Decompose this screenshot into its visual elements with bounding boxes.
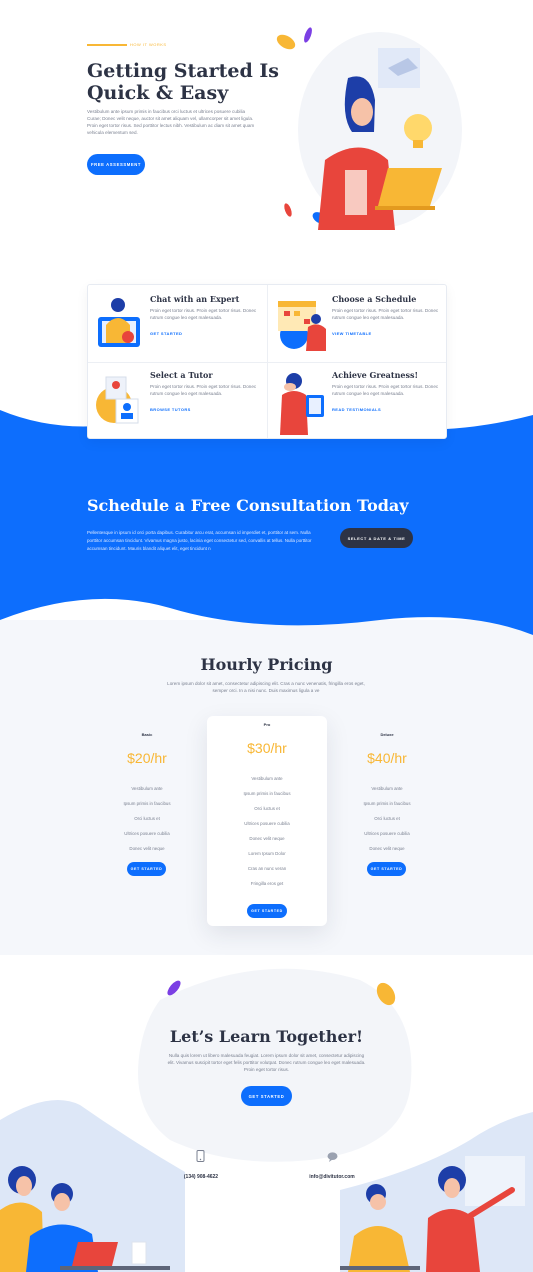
plan-name: Basic bbox=[141, 732, 153, 737]
basic-get-started-button[interactable]: GET STARTED bbox=[127, 862, 166, 876]
deluxe-get-started-button[interactable]: GET STARTED bbox=[367, 862, 406, 876]
learn-section: Let’s Learn Together! Nulla quis lorem u… bbox=[0, 1020, 533, 1120]
plan-feature: Ultrices posuere cubilia bbox=[124, 831, 170, 836]
consult-title: Schedule a Free Consultation Today bbox=[87, 496, 409, 515]
pricing-title: Hourly Pricing bbox=[200, 655, 333, 674]
step-item-chat: Chat with an Expert Proin eget tortor ri… bbox=[88, 285, 267, 362]
plan-feature: Ultrices posuere cubilia bbox=[244, 821, 290, 826]
read-testimonials-link[interactable]: READ TESTIMONIALS bbox=[332, 407, 381, 412]
step-item-greatness: Achieve Greatness! Proin eget tortor ris… bbox=[268, 363, 447, 439]
step-item-schedule: Choose a Schedule Proin eget tortor risu… bbox=[268, 285, 447, 362]
phone-number[interactable]: (134) 908-4622 bbox=[170, 1174, 232, 1180]
greatness-illustration bbox=[280, 373, 324, 435]
chat-bubble-icon bbox=[327, 1152, 338, 1162]
plan-feature: Ipsum primis in faucibus bbox=[123, 801, 171, 806]
schedule-illustration bbox=[278, 301, 326, 351]
step-text: Proin eget tortor risus. Proin eget tort… bbox=[150, 308, 257, 320]
steps-card: Chat with an Expert Proin eget tortor ri… bbox=[87, 284, 447, 439]
pricing-section: Hourly Pricing Lorem ipsum dolor sit ame… bbox=[0, 640, 533, 940]
plan-feature: Ultrices posuere cubilia bbox=[364, 831, 410, 836]
plan-name: Deluxe bbox=[380, 732, 394, 737]
plan-feature: Ipsum primis in faucibus bbox=[363, 801, 411, 806]
hero-title-line2: Quick & Easy bbox=[87, 82, 229, 104]
eyebrow-line bbox=[87, 44, 127, 46]
step-title: Select a Tutor bbox=[150, 370, 213, 380]
hero-eyebrow: HOW IT WORKS bbox=[130, 42, 167, 47]
free-assessment-button[interactable]: FREE ASSESSMENT bbox=[87, 154, 145, 175]
plan-feature: Donec velit neque bbox=[369, 846, 405, 851]
plan-price: $20/hr bbox=[127, 750, 167, 766]
plan-deluxe: Deluxe $40/hr Vestibulum ante Ipsum prim… bbox=[327, 730, 447, 890]
plan-feature: Orci luctus et bbox=[374, 816, 400, 821]
plan-price: $40/hr bbox=[367, 750, 407, 766]
plan-feature: Vestibulum ante bbox=[371, 786, 403, 791]
tutor-illustration bbox=[96, 376, 139, 424]
plan-basic: Basic $20/hr Vestibulum ante Ipsum primi… bbox=[87, 730, 207, 890]
hero-title: Getting Started Is Quick & Easy bbox=[87, 60, 279, 104]
hero-title-line1: Getting Started Is bbox=[87, 60, 279, 82]
plan-feature: Orci luctus et bbox=[134, 816, 160, 821]
plan-feature: Fringilla eros get bbox=[250, 881, 284, 886]
learn-body: Nulla quis lorem ut libero malesuada feu… bbox=[167, 1053, 366, 1072]
pro-get-started-button[interactable]: GET STARTED bbox=[247, 904, 287, 918]
view-timetable-link[interactable]: VIEW TIMETABLE bbox=[332, 331, 372, 336]
step-title: Achieve Greatness! bbox=[332, 370, 418, 380]
plan-feature: Donec velit neque bbox=[249, 836, 285, 841]
contact-phone: (134) 908-4622 bbox=[170, 1150, 232, 1184]
select-date-time-button[interactable]: SELECT A DATE & TIME bbox=[340, 528, 413, 548]
plan-feature: Vestibulum ante bbox=[131, 786, 163, 791]
step-text: Proin eget tortor risus. Proin eget tort… bbox=[332, 308, 439, 320]
phone-icon bbox=[196, 1150, 205, 1162]
learn-get-started-button[interactable]: GET STARTED bbox=[241, 1086, 292, 1106]
plan-name: Pro bbox=[263, 722, 271, 727]
get-started-link[interactable]: GET STARTED bbox=[150, 331, 182, 336]
hero-body: Vestibulum ante ipsum primis in faucibus… bbox=[87, 109, 255, 135]
plan-feature: Donec velit neque bbox=[129, 846, 165, 851]
step-text: Proin eget tortor risus. Proin eget tort… bbox=[332, 384, 439, 396]
consult-section: Schedule a Free Consultation Today Pelle… bbox=[0, 480, 533, 580]
chat-expert-illustration bbox=[98, 298, 140, 347]
students-illustration-left bbox=[0, 1166, 170, 1272]
learn-title: Let’s Learn Together! bbox=[169, 1027, 364, 1046]
plan-feature: Lorem Ipsum Dolor bbox=[248, 851, 286, 856]
plan-feature: Orci luctus et bbox=[254, 806, 280, 811]
email-address[interactable]: info@divitutor.com bbox=[300, 1174, 364, 1180]
hero-illustration bbox=[276, 27, 462, 230]
step-title: Choose a Schedule bbox=[332, 294, 417, 304]
plan-pro: Pro $30/hr Vestibulum ante Ipsum primis … bbox=[207, 716, 327, 926]
plan-feature: Ipsum primis in faucibus bbox=[243, 791, 291, 796]
step-item-tutor: Select a Tutor Proin eget tortor risus. … bbox=[88, 363, 267, 439]
hero-section: HOW IT WORKS Getting Started Is Quick & … bbox=[0, 0, 533, 250]
contact-email: info@divitutor.com bbox=[300, 1150, 364, 1184]
plan-price: $30/hr bbox=[247, 740, 287, 756]
step-text: Proin eget tortor risus. Proin eget tort… bbox=[150, 384, 257, 396]
plan-feature: Vestibulum ante bbox=[251, 776, 283, 781]
browse-tutors-link[interactable]: BROWSE TUTORS bbox=[150, 407, 191, 412]
students-illustration-right bbox=[340, 1156, 525, 1272]
pricing-subtitle: Lorem ipsum dolor sit amet, consectetur … bbox=[167, 681, 365, 693]
step-title: Chat with an Expert bbox=[150, 294, 240, 304]
plan-feature: Cras an nunc veran bbox=[247, 866, 287, 871]
consult-body: Pellentesque in ipsum id orci porta dapi… bbox=[87, 530, 312, 551]
